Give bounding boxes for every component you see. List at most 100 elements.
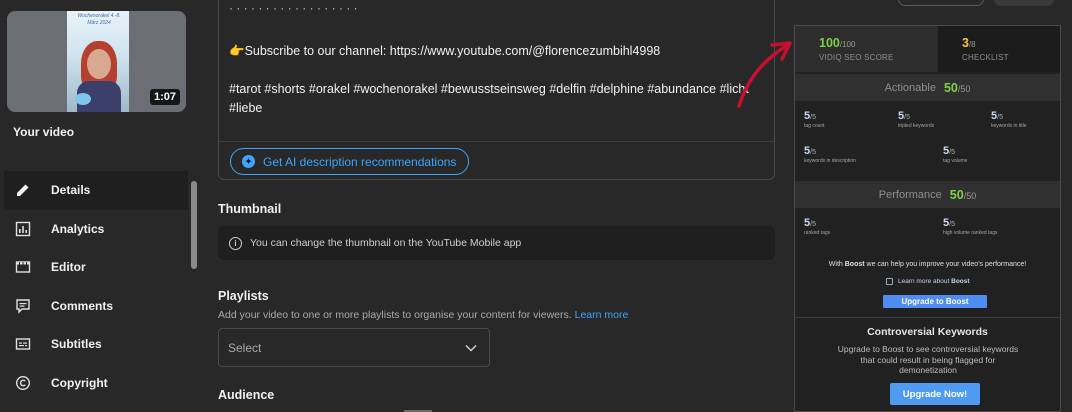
- studio-page: Wochenorakel 4.-8. März 2024 1:07 Your v…: [0, 0, 1072, 412]
- vidiq-tabs: 100/100 VIDIQ SEO SCORE 3/8 CHECKLIST: [795, 26, 1060, 72]
- details-main: · · · · · · · · · · · · · · · · · · 👉Sub…: [200, 0, 790, 412]
- metric-label: high volume ranked tags: [943, 230, 998, 236]
- copyright-icon: [14, 374, 32, 392]
- metric-high-volume-ranked-tags: 5/5 high volume ranked tags: [943, 217, 997, 236]
- ai-description-button-label: Get AI description recommendations: [263, 154, 457, 169]
- boost-word: Boost: [844, 261, 865, 268]
- metric-keywords-in-title: 5/5 keywords in title: [991, 110, 1027, 129]
- playlists-learn-more-link[interactable]: Learn more: [575, 309, 629, 321]
- checklist-score-total: /8: [968, 40, 976, 49]
- controversial-keywords-title: Controversial Keywords: [867, 326, 988, 338]
- playlist-select-value: Select: [228, 340, 262, 355]
- tab-checklist[interactable]: 3/8 CHECKLIST: [938, 26, 1060, 72]
- thumbnail-section-title: Thumbnail: [218, 202, 282, 216]
- audience-section-title: Audience: [218, 388, 275, 402]
- sidebar-item-details[interactable]: Details: [4, 171, 188, 210]
- performance-label: Performance: [878, 188, 942, 201]
- external-link-icon: [886, 278, 893, 285]
- checklist-label: CHECKLIST: [962, 53, 1009, 62]
- comments-icon: [14, 297, 32, 315]
- playlist-select[interactable]: Select: [218, 328, 490, 367]
- boost-prefix: With: [828, 261, 845, 268]
- sidebar-item-label: Analytics: [51, 221, 105, 236]
- description-hashtags: #tarot #shorts #orakel #wochenorakel #be…: [229, 82, 749, 96]
- metric-total: /5: [810, 114, 816, 121]
- thumbnail-info-box: i You can change the thumbnail on the Yo…: [218, 226, 775, 260]
- sidebar-nav: Details Analytics Editor Comments Subtit…: [4, 171, 188, 402]
- top-filled-button[interactable]: [994, 0, 1054, 6]
- ai-sparkle-icon: ✦: [242, 155, 255, 168]
- seo-score-total: /100: [839, 40, 856, 49]
- description-hashtags-continued: #liebe: [229, 101, 263, 115]
- sidebar-item-label: Comments: [51, 298, 114, 313]
- sidebar-item-subtitles[interactable]: Subtitles: [4, 325, 188, 364]
- metric-total: /5: [997, 114, 1003, 121]
- boost-suffix: we can help you improve your video's per…: [864, 261, 1027, 268]
- ai-description-button[interactable]: ✦ Get AI description recommendations: [230, 148, 470, 175]
- performance-score-total: /50: [963, 190, 977, 201]
- actionable-header: Actionable 50/50: [795, 74, 1060, 101]
- sidebar-item-label: Subtitles: [51, 337, 102, 352]
- dolphin-figure: [75, 93, 91, 105]
- metric-tag-count: 5/5 tag count: [804, 110, 825, 129]
- analytics-icon: [14, 220, 32, 238]
- metric-total: /5: [904, 114, 910, 121]
- your-video-label: Your video: [13, 125, 75, 139]
- performance-score-value: 50: [949, 187, 964, 202]
- tab-seo-score[interactable]: 100/100 VIDIQ SEO SCORE: [795, 26, 938, 72]
- description-field[interactable]: · · · · · · · · · · · · · · · · · · 👉Sub…: [218, 0, 775, 180]
- panel-divider: [795, 317, 1060, 318]
- learn-more-boost-link[interactable]: Learn more about Boost: [886, 278, 970, 285]
- sidebar-item-label: Copyright: [51, 375, 108, 390]
- red-arrow-annotation: [737, 41, 792, 108]
- playlists-section-title: Playlists: [218, 289, 269, 303]
- description-divider: [219, 141, 774, 142]
- sidebar-item-label: Details: [51, 183, 91, 198]
- upgrade-now-button[interactable]: Upgrade Now!: [890, 383, 980, 405]
- video-duration: 1:07: [149, 89, 180, 105]
- metric-ranked-tags: 5/5 ranked tags: [804, 217, 830, 236]
- metric-label: tag count: [804, 123, 825, 129]
- top-outline-button[interactable]: [898, 0, 984, 6]
- seo-score-value: 100: [819, 36, 840, 50]
- actionable-label: Actionable: [884, 81, 936, 94]
- boost-link-word: Boost: [951, 278, 970, 285]
- upgrade-to-boost-button[interactable]: Upgrade to Boost: [883, 295, 987, 308]
- chevron-down-icon: [465, 339, 477, 357]
- performance-score: 50/50: [950, 188, 976, 202]
- metric-label: tag volume: [943, 158, 968, 164]
- actionable-score-value: 50: [943, 80, 958, 95]
- metric-label: ranked tags: [804, 230, 831, 236]
- seo-score-label: VIDIQ SEO SCORE: [819, 53, 894, 62]
- sidebar-item-analytics[interactable]: Analytics: [4, 210, 188, 249]
- playlists-subtitle: Add your video to one or more playlists …: [218, 309, 628, 321]
- sidebar-item-comments[interactable]: Comments: [4, 287, 188, 326]
- metric-total: /5: [810, 221, 816, 228]
- info-icon: i: [229, 236, 242, 250]
- sidebar-item-editor[interactable]: Editor: [4, 248, 188, 287]
- metric-total: /5: [949, 221, 955, 228]
- description-subscribe-line: 👉Subscribe to our channel: https://www.y…: [229, 44, 661, 58]
- metric-total: /5: [949, 149, 955, 156]
- left-sidebar: Wochenorakel 4.-8. März 2024 1:07 Your v…: [0, 0, 200, 412]
- performance-header: Performance 50/50: [795, 181, 1060, 208]
- metric-total: /5: [810, 149, 816, 156]
- vidiq-panel: 100/100 VIDIQ SEO SCORE 3/8 CHECKLIST Ac…: [794, 25, 1061, 412]
- film-editor-icon: [14, 258, 32, 276]
- sidebar-item-copyright[interactable]: Copyright: [4, 364, 188, 403]
- video-thumbnail[interactable]: Wochenorakel 4.-8. März 2024 1:07: [7, 11, 186, 112]
- subtitles-icon: [14, 335, 32, 353]
- thumbnail-info-text: You can change the thumbnail on the YouT…: [250, 237, 522, 249]
- sidebar-item-label: Editor: [51, 260, 86, 275]
- metric-label: keywords in description: [804, 158, 856, 164]
- pencil-icon: [14, 181, 32, 199]
- checklist-score: 3/8: [962, 36, 1060, 50]
- actionable-score: 50/50: [944, 81, 970, 95]
- sidebar-scrollbar[interactable]: [191, 181, 197, 269]
- metric-label: tripled keywords: [898, 123, 935, 129]
- description-partial-line: · · · · · · · · · · · · · · · · · ·: [229, 1, 358, 15]
- thumbnail-overlay-text: Wochenorakel 4.-8. März 2024: [77, 13, 121, 26]
- metric-label: keywords in title: [991, 123, 1027, 129]
- checklist-score-value: 3: [962, 36, 969, 50]
- thumbnail-image: Wochenorakel 4.-8. März 2024: [67, 11, 129, 112]
